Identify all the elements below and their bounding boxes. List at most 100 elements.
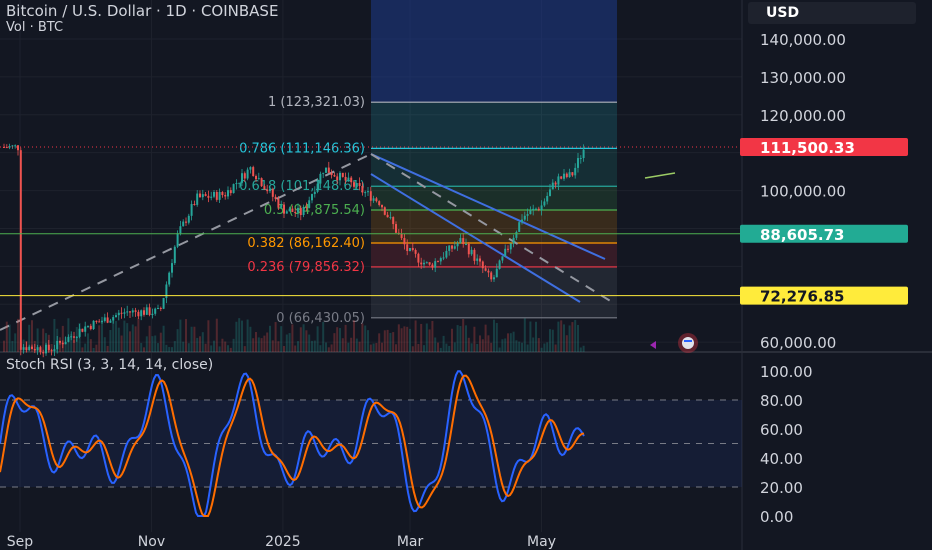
candle — [157, 307, 159, 309]
candle — [120, 312, 123, 314]
candle — [305, 206, 308, 208]
volume-bar — [299, 327, 302, 352]
candle — [266, 189, 269, 192]
candle — [462, 238, 465, 245]
price-axis-label: 140,000.00 — [760, 31, 846, 49]
price-tag-label: 72,276.85 — [760, 288, 844, 306]
volume-bar — [498, 347, 501, 352]
candle — [187, 215, 190, 223]
candle — [515, 231, 518, 238]
volume-bar — [322, 321, 325, 352]
volume-bar — [479, 335, 481, 352]
candle — [445, 250, 448, 258]
volume-bar — [495, 323, 498, 352]
volume-bar — [551, 329, 554, 352]
flag-icon[interactable] — [650, 333, 698, 353]
candle — [232, 184, 235, 194]
candle — [140, 310, 143, 317]
volume-bar — [285, 334, 288, 352]
candle — [487, 270, 490, 273]
candle — [546, 195, 549, 202]
volume-bar — [568, 325, 571, 352]
volume-label[interactable]: Vol · BTC — [6, 20, 63, 35]
candle — [311, 194, 313, 201]
volume-bar — [159, 332, 162, 352]
volume-bar — [347, 342, 350, 352]
candle — [235, 183, 238, 185]
candle — [291, 208, 294, 212]
candle — [308, 200, 311, 208]
candle — [53, 349, 56, 352]
fibonacci-retracement[interactable]: 1 (123,321.03) 0.786 (111,146.36) 0.618 (1… — [239, 0, 617, 326]
candle — [518, 222, 521, 232]
candle — [61, 342, 64, 345]
volume-bar — [210, 345, 213, 352]
candle — [193, 204, 196, 206]
volume-bar — [263, 335, 266, 352]
candle — [333, 175, 336, 177]
candle — [283, 204, 285, 214]
volume-bar — [165, 344, 168, 352]
volume-bar — [117, 327, 120, 352]
candle — [439, 258, 442, 262]
candle — [498, 260, 501, 269]
volume-bar — [112, 320, 115, 352]
candle — [168, 272, 171, 285]
candle — [336, 176, 339, 181]
time-axis[interactable]: Sep Nov 2025 Mar May — [7, 534, 556, 550]
volume-bar — [187, 343, 190, 352]
chart-title[interactable]: Bitcoin / U.S. Dollar · 1D · COINBASE — [6, 2, 278, 20]
candle — [364, 192, 367, 194]
price-tag-label: 88,605.73 — [760, 226, 844, 244]
candle — [425, 262, 428, 264]
volume-bar — [115, 321, 117, 352]
volume-bar — [355, 338, 358, 352]
fib-level-label: 0.382 (86,162.40) — [247, 236, 365, 251]
candle — [154, 308, 157, 314]
volume-bar — [84, 343, 87, 352]
volume-bar — [563, 324, 565, 352]
volume-bar — [274, 322, 277, 352]
candle — [159, 307, 162, 309]
candle — [207, 195, 210, 198]
volume-bar — [148, 325, 151, 352]
volume-bar — [378, 333, 381, 352]
candle — [31, 346, 33, 349]
volume-bar — [420, 323, 423, 352]
candle — [162, 298, 165, 309]
volume-bar — [470, 343, 473, 352]
chart-canvas[interactable]: 1 (123,321.03) 0.786 (111,146.36) 0.618 (1… — [0, 0, 932, 550]
candle — [70, 336, 73, 338]
candle — [490, 272, 493, 280]
candle — [411, 247, 414, 250]
candle — [372, 198, 375, 201]
candle — [378, 201, 381, 205]
price-tags: 111,500.33 88,605.73 72,276.85 — [740, 137, 908, 306]
rsi-axis-label: 80.00 — [760, 392, 803, 410]
stoch-rsi-title[interactable]: Stoch RSI (3, 3, 14, 14, close) — [6, 357, 213, 373]
candle — [50, 350, 53, 352]
candle — [325, 167, 327, 173]
candle — [243, 173, 246, 179]
candle — [537, 208, 540, 211]
candle — [403, 238, 406, 245]
candle — [535, 208, 537, 210]
volume-bar — [577, 324, 579, 352]
candle — [459, 238, 462, 244]
candle — [302, 206, 305, 215]
volume-bar — [311, 340, 313, 352]
candle — [11, 145, 14, 147]
candle — [554, 182, 557, 185]
volume-bar — [414, 320, 417, 352]
candle — [257, 178, 260, 180]
volume-bar — [523, 318, 526, 352]
currency-button[interactable]: USD — [748, 2, 916, 24]
candle — [126, 311, 129, 313]
candle — [280, 204, 283, 208]
candle — [327, 167, 330, 173]
price-axis[interactable]: 140,000.00 130,000.00 120,000.00 100,000.00… — [760, 31, 846, 526]
volume-bar — [238, 318, 241, 352]
candle — [465, 243, 467, 245]
candle — [521, 219, 523, 223]
candle — [123, 312, 126, 314]
